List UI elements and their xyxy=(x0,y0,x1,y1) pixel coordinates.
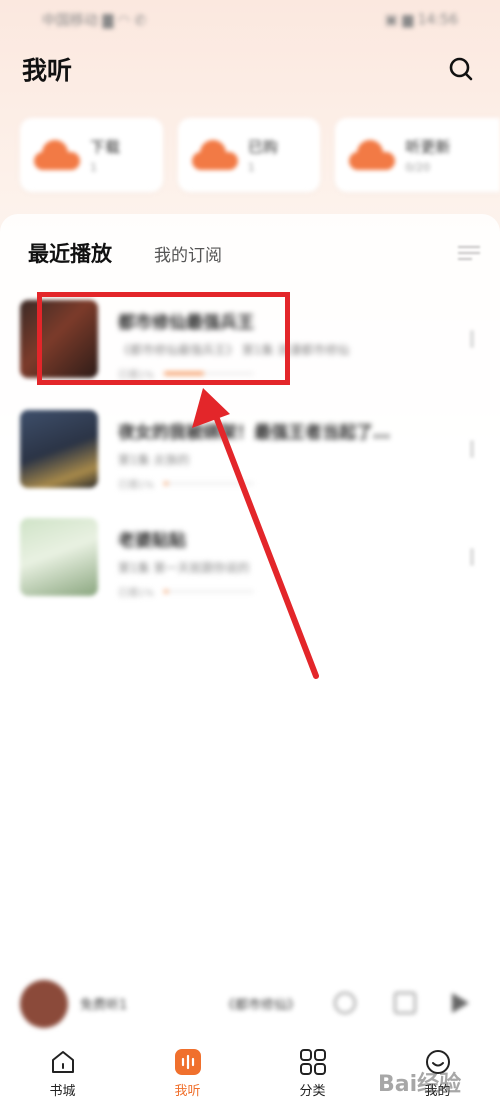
status-carrier: 中国移动 ▇ ◠ ✆ xyxy=(42,13,147,29)
progress-fill xyxy=(163,482,169,485)
nav-listen-label: 我听 xyxy=(174,1084,201,1099)
purchased-count: 1 xyxy=(247,161,255,174)
header: 我听 xyxy=(0,44,500,94)
playlist-icon[interactable] xyxy=(394,992,416,1014)
play-icon[interactable] xyxy=(450,992,470,1014)
watermark: Bai经验 xyxy=(378,1072,462,1097)
item-title: 老婆贴贴 xyxy=(118,531,186,551)
status-bar: 中国移动 ▇ ◠ ✆ ▣ ▆ 14:56 xyxy=(0,0,500,40)
quick-access-row: 下载 1 已购 1 听更新 0/20 xyxy=(20,118,500,192)
nav-category[interactable]: 分类 xyxy=(250,1040,375,1111)
nav-bookstore[interactable]: 书城 xyxy=(0,1040,125,1111)
tab-bar: 最近播放 我的订阅 xyxy=(28,238,488,268)
search-button[interactable] xyxy=(444,52,478,86)
item-title: 夜女的我被绑架！最强王者当起了… xyxy=(118,423,390,443)
album-cover xyxy=(20,410,98,488)
nav-category-label: 分类 xyxy=(299,1084,326,1099)
progress-bar xyxy=(163,590,254,593)
item-time: 已播1% xyxy=(118,480,154,491)
listen-icon xyxy=(174,1049,201,1075)
home-icon xyxy=(51,1051,74,1073)
progress-bar xyxy=(163,482,254,485)
item-time: 已播1% xyxy=(118,588,154,599)
list-item[interactable]: 夜女的我被绑架！最强王者当起了… 第1集 炎族的 已播1% xyxy=(20,410,480,491)
highlight-box xyxy=(37,292,290,385)
tab-recent[interactable]: 最近播放 xyxy=(28,238,112,268)
tab-subscribed[interactable]: 我的订阅 xyxy=(154,241,222,266)
grid-icon xyxy=(299,1049,326,1075)
more-icon[interactable] xyxy=(470,330,474,348)
nav-listen[interactable]: 我听 xyxy=(125,1040,250,1111)
mini-player[interactable]: 免费听1 《都市修仙》 xyxy=(0,974,500,1036)
mini-player-cover xyxy=(20,980,68,1028)
list-item[interactable]: 老婆贴贴 第1集 第一天就跟你说的 已播1% xyxy=(20,518,480,599)
download-count: 1 xyxy=(90,161,97,174)
mini-player-subtitle: 《都市修仙》 xyxy=(222,998,301,1013)
cloud-icon xyxy=(34,140,80,170)
updates-count: 0/20 xyxy=(405,161,431,174)
download-card[interactable]: 下载 1 xyxy=(20,118,163,192)
cloud-icon xyxy=(191,140,238,170)
download-label: 下载 xyxy=(90,138,121,156)
status-time: ▣ ▆ 14:56 xyxy=(384,12,458,28)
sort-icon[interactable] xyxy=(458,244,480,262)
more-icon[interactable] xyxy=(470,548,474,566)
cloud-icon xyxy=(349,140,396,170)
page-title: 我听 xyxy=(22,56,73,85)
updates-label: 听更新 xyxy=(405,138,451,156)
more-icon[interactable] xyxy=(470,440,474,458)
timer-icon[interactable] xyxy=(334,992,356,1014)
updates-card[interactable]: 听更新 0/20 xyxy=(335,118,500,192)
item-subtitle: 第1集 第一天就跟你说的 xyxy=(118,561,250,575)
progress-fill xyxy=(163,590,169,593)
purchased-card[interactable]: 已购 1 xyxy=(177,118,321,192)
mini-player-title: 免费听1 xyxy=(80,998,128,1013)
purchased-label: 已购 xyxy=(247,138,278,156)
album-cover xyxy=(20,518,98,596)
item-subtitle: 第1集 炎族的 xyxy=(118,453,190,467)
search-icon xyxy=(449,57,473,81)
nav-bookstore-label: 书城 xyxy=(49,1084,76,1099)
